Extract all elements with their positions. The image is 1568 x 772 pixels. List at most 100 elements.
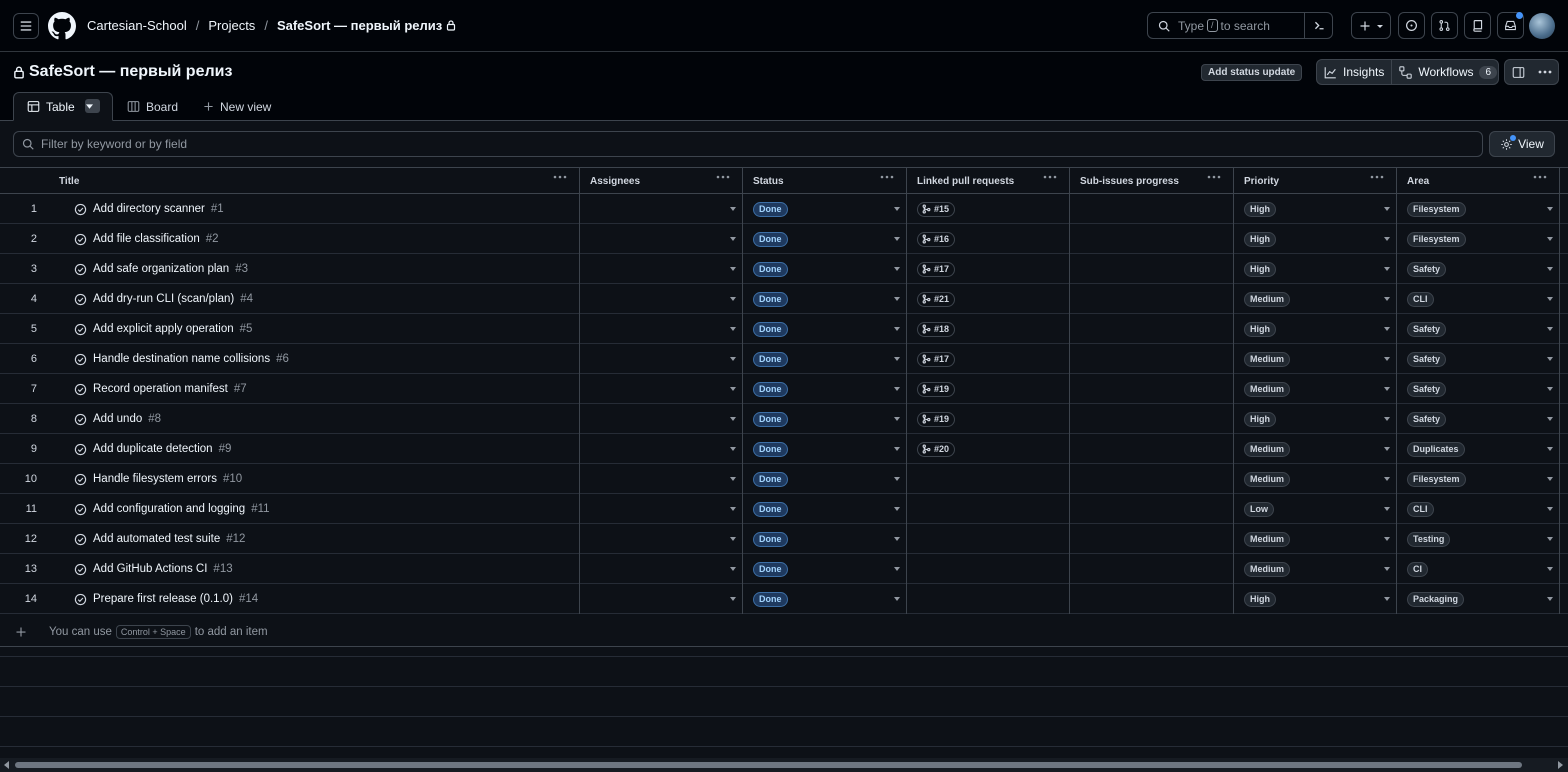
- status-cell[interactable]: Done: [743, 554, 907, 584]
- priority-cell[interactable]: High: [1234, 584, 1397, 614]
- breadcrumb-projects[interactable]: Projects: [208, 18, 255, 33]
- linked-pr-cell[interactable]: #16: [907, 224, 1070, 254]
- github-logo-icon[interactable]: [48, 12, 76, 40]
- new-view-button[interactable]: New view: [203, 92, 271, 121]
- assignees-cell[interactable]: [580, 344, 743, 374]
- priority-cell[interactable]: High: [1234, 224, 1397, 254]
- dropdown-caret-icon[interactable]: [894, 447, 900, 451]
- area-cell[interactable]: Filesystem: [1397, 464, 1560, 494]
- table-row[interactable]: 11 Add configuration and logging #11 Done Lo…: [0, 494, 1568, 524]
- dropdown-caret-icon[interactable]: [730, 567, 736, 571]
- issues-button[interactable]: [1398, 12, 1425, 39]
- dropdown-caret-icon[interactable]: [1384, 447, 1390, 451]
- dropdown-caret-icon[interactable]: [1384, 207, 1390, 211]
- issue-title-link[interactable]: Add directory scanner: [93, 203, 205, 215]
- title-cell[interactable]: Add automated test suite #12: [48, 524, 580, 554]
- dropdown-caret-icon[interactable]: [894, 267, 900, 271]
- table-row[interactable]: 3 Add safe organization plan #3 Done #17 High…: [0, 254, 1568, 284]
- area-cell[interactable]: CLI: [1397, 494, 1560, 524]
- dropdown-caret-icon[interactable]: [1384, 297, 1390, 301]
- dropdown-caret-icon[interactable]: [730, 447, 736, 451]
- dropdown-caret-icon[interactable]: [730, 537, 736, 541]
- dropdown-caret-icon[interactable]: [730, 327, 736, 331]
- linked-pr-cell[interactable]: [907, 584, 1070, 614]
- sub-issues-cell[interactable]: [1070, 314, 1234, 344]
- column-header-pr[interactable]: Linked pull requests: [907, 168, 1070, 194]
- linked-pr-badge[interactable]: #19: [917, 411, 956, 427]
- status-cell[interactable]: Done: [743, 434, 907, 464]
- status-cell[interactable]: Done: [743, 194, 907, 224]
- linked-pr-badge[interactable]: #15: [917, 201, 956, 217]
- issue-title-link[interactable]: Add dry-run CLI (scan/plan): [93, 293, 234, 305]
- column-header-priority[interactable]: Priority: [1234, 168, 1397, 194]
- title-cell[interactable]: Handle filesystem errors #10: [48, 464, 580, 494]
- assignees-cell[interactable]: [580, 434, 743, 464]
- dropdown-caret-icon[interactable]: [1547, 537, 1553, 541]
- title-cell[interactable]: Add dry-run CLI (scan/plan) #4: [48, 284, 580, 314]
- dropdown-caret-icon[interactable]: [894, 297, 900, 301]
- dropdown-caret-icon[interactable]: [1384, 477, 1390, 481]
- sub-issues-cell[interactable]: [1070, 524, 1234, 554]
- priority-cell[interactable]: Medium: [1234, 524, 1397, 554]
- sub-issues-cell[interactable]: [1070, 374, 1234, 404]
- area-cell[interactable]: Duplicates: [1397, 434, 1560, 464]
- issue-title-link[interactable]: Add duplicate detection: [93, 443, 213, 455]
- dropdown-caret-icon[interactable]: [1547, 327, 1553, 331]
- dropdown-caret-icon[interactable]: [730, 207, 736, 211]
- scroll-right-icon[interactable]: [1558, 761, 1563, 769]
- sub-issues-cell[interactable]: [1070, 494, 1234, 524]
- sub-issues-cell[interactable]: [1070, 344, 1234, 374]
- linked-pr-cell[interactable]: #21: [907, 284, 1070, 314]
- status-cell[interactable]: Done: [743, 224, 907, 254]
- title-cell[interactable]: Handle destination name collisions #6: [48, 344, 580, 374]
- priority-cell[interactable]: Medium: [1234, 434, 1397, 464]
- dropdown-caret-icon[interactable]: [1384, 567, 1390, 571]
- dropdown-caret-icon[interactable]: [1384, 327, 1390, 331]
- dropdown-caret-icon[interactable]: [730, 507, 736, 511]
- assignees-cell[interactable]: [580, 524, 743, 554]
- area-cell[interactable]: Safety: [1397, 404, 1560, 434]
- dropdown-caret-icon[interactable]: [1547, 507, 1553, 511]
- view-options-button[interactable]: View: [1489, 131, 1555, 157]
- dropdown-caret-icon[interactable]: [1547, 237, 1553, 241]
- breadcrumb-org[interactable]: Cartesian-School: [87, 18, 187, 33]
- dropdown-caret-icon[interactable]: [1384, 237, 1390, 241]
- title-cell[interactable]: Add duplicate detection #9: [48, 434, 580, 464]
- column-options-button[interactable]: [1533, 175, 1547, 179]
- status-cell[interactable]: Done: [743, 284, 907, 314]
- dropdown-caret-icon[interactable]: [894, 237, 900, 241]
- linked-pr-badge[interactable]: #17: [917, 261, 956, 277]
- sub-issues-cell[interactable]: [1070, 254, 1234, 284]
- table-row[interactable]: 4 Add dry-run CLI (scan/plan) #4 Done #21 Med…: [0, 284, 1568, 314]
- workflows-button[interactable]: Workflows 6: [1391, 60, 1504, 84]
- dropdown-caret-icon[interactable]: [1384, 417, 1390, 421]
- area-cell[interactable]: CLI: [1397, 284, 1560, 314]
- priority-cell[interactable]: High: [1234, 194, 1397, 224]
- pull-requests-button[interactable]: [1431, 12, 1458, 39]
- sub-issues-cell[interactable]: [1070, 224, 1234, 254]
- sub-issues-cell[interactable]: [1070, 464, 1234, 494]
- linked-pr-cell[interactable]: #19: [907, 374, 1070, 404]
- title-cell[interactable]: Add directory scanner #1: [48, 194, 580, 224]
- title-cell[interactable]: Add safe organization plan #3: [48, 254, 580, 284]
- status-cell[interactable]: Done: [743, 254, 907, 284]
- dropdown-caret-icon[interactable]: [894, 417, 900, 421]
- column-options-button[interactable]: [716, 175, 730, 179]
- assignees-cell[interactable]: [580, 224, 743, 254]
- issue-title-link[interactable]: Add configuration and logging: [93, 503, 245, 515]
- column-options-button[interactable]: [880, 175, 894, 179]
- linked-pr-badge[interactable]: #19: [917, 381, 956, 397]
- linked-pr-cell[interactable]: #15: [907, 194, 1070, 224]
- table-row[interactable]: 8 Add undo #8 Done #19 High Safety: [0, 404, 1568, 434]
- area-cell[interactable]: Testing: [1397, 524, 1560, 554]
- issue-title-link[interactable]: Add automated test suite: [93, 533, 220, 545]
- table-row[interactable]: 5 Add explicit apply operation #5 Done #18 Hi…: [0, 314, 1568, 344]
- more-options-button[interactable]: [1531, 59, 1559, 85]
- title-cell[interactable]: Add file classification #2: [48, 224, 580, 254]
- dropdown-caret-icon[interactable]: [730, 387, 736, 391]
- create-new-button[interactable]: [1351, 12, 1391, 39]
- title-cell[interactable]: Prepare first release (0.1.0) #14: [48, 584, 580, 614]
- linked-pr-cell[interactable]: #17: [907, 344, 1070, 374]
- linked-pr-badge[interactable]: #21: [917, 291, 956, 307]
- status-cell[interactable]: Done: [743, 524, 907, 554]
